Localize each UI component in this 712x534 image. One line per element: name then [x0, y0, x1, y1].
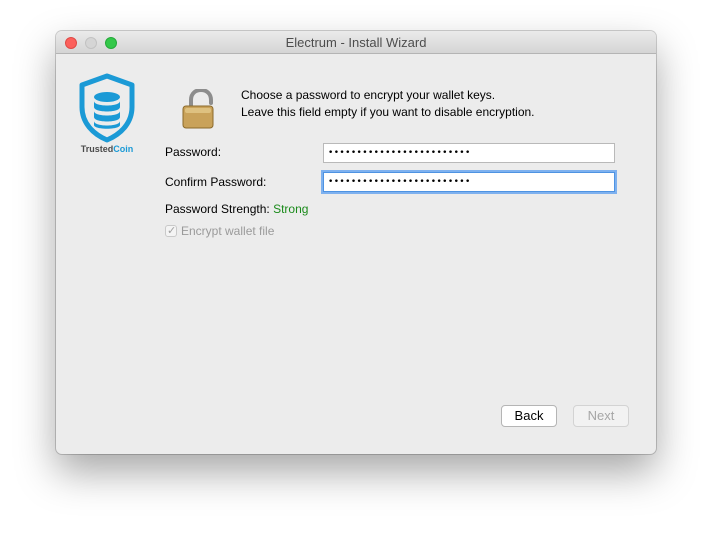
password-label: Password: [165, 145, 222, 159]
trustedcoin-logo-text: TrustedCoin [72, 144, 142, 154]
unlocked-padlock-icon [182, 89, 214, 129]
instructions-line-2: Leave this field empty if you want to di… [241, 105, 535, 119]
trustedcoin-shield-icon [79, 73, 135, 143]
back-button[interactable]: Back [501, 405, 557, 427]
window-title: Electrum - Install Wizard [285, 35, 427, 50]
password-strength-value: Strong [273, 202, 309, 216]
password-strength-label: Password Strength: [165, 202, 270, 216]
confirm-password-field[interactable] [323, 172, 615, 192]
install-wizard-window: Electrum - Install Wizard TrustedCoin Ch… [56, 31, 656, 454]
logo-text-coin: Coin [113, 144, 134, 154]
password-strength: Password Strength: Strong [165, 202, 308, 216]
checkmark-icon: ✓ [167, 225, 177, 237]
logo-text-trusted: Trusted [80, 144, 114, 154]
instructions-line-1: Choose a password to encrypt your wallet… [241, 88, 496, 102]
title-bar: Electrum - Install Wizard [56, 31, 656, 54]
password-field[interactable] [323, 143, 615, 163]
encrypt-wallet-checkbox-row[interactable]: ✓ Encrypt wallet file [165, 224, 274, 238]
encrypt-wallet-checkbox[interactable]: ✓ [165, 225, 177, 237]
next-button[interactable]: Next [573, 405, 629, 427]
instructions-text: Choose a password to encrypt your wallet… [241, 87, 535, 121]
confirm-password-label: Confirm Password: [165, 175, 267, 189]
encrypt-wallet-label: Encrypt wallet file [181, 224, 275, 238]
